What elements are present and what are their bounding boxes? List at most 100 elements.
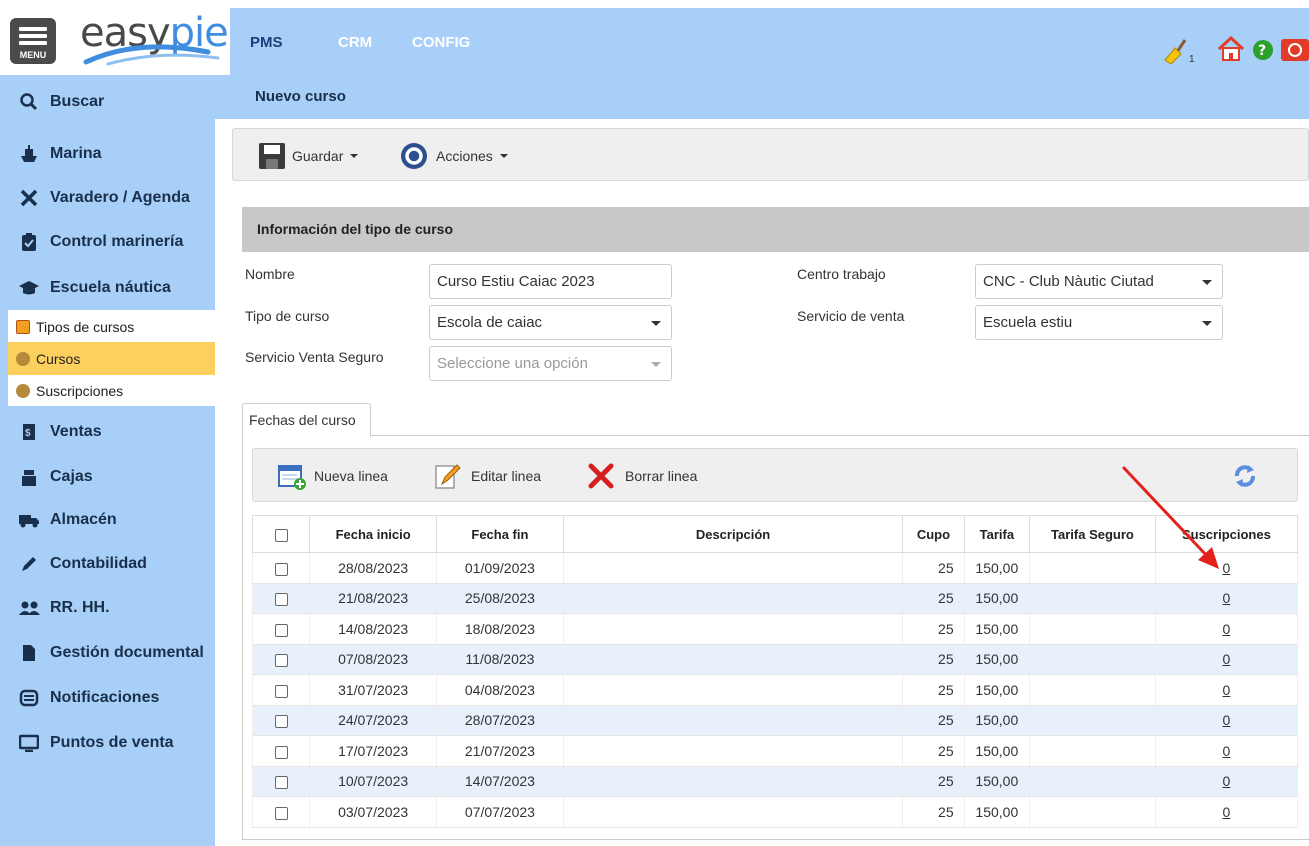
suscripciones-link[interactable]: 0 <box>1223 743 1231 759</box>
row-checkbox[interactable] <box>274 745 288 759</box>
tab-fechas-del-curso[interactable]: Fechas del curso <box>242 403 371 437</box>
sidebar-item-gestion-documental[interactable]: Gestión documental <box>0 631 215 675</box>
sidebar-subitem-tipos-de-cursos[interactable]: Tipos de cursos <box>8 310 215 343</box>
sidebar-item-almacen[interactable]: Almacén <box>0 498 215 542</box>
suscripciones-link[interactable]: 0 <box>1223 712 1231 728</box>
section-header: Información del tipo de curso <box>242 207 1309 252</box>
subscription-icon <box>16 383 30 398</box>
svg-text:?: ? <box>1258 43 1266 59</box>
sidebar-item-notificaciones[interactable]: Notificaciones <box>0 676 215 720</box>
tarifa-seguro-cell <box>1029 583 1156 614</box>
row-checkbox[interactable] <box>274 562 288 576</box>
section-title: Información del tipo de curso <box>257 221 454 237</box>
table-row[interactable]: 28/08/2023 01/09/2023 25 150,00 0 <box>251 552 1299 584</box>
sidebar-item-label: Cajas <box>50 468 93 485</box>
table-row[interactable]: 21/08/2023 25/08/2023 25 150,00 0 <box>251 583 1299 614</box>
sidebar-item-cajas[interactable]: Cajas <box>0 455 215 499</box>
header-tarifa-seguro[interactable]: Tarifa Seguro <box>1029 515 1156 553</box>
broom-icon[interactable]: 1 <box>1164 39 1195 65</box>
sidebar-item-contabilidad[interactable]: Contabilidad <box>0 542 215 586</box>
logo-swoosh-icon <box>83 44 220 66</box>
logout-icon[interactable] <box>1281 39 1309 61</box>
seguro-label: Servicio Venta Seguro <box>245 349 384 365</box>
row-checkbox[interactable] <box>274 593 288 607</box>
table-row[interactable]: 31/07/2023 04/08/2023 25 150,00 0 <box>251 674 1299 706</box>
refresh-icon <box>1235 465 1255 487</box>
sidebar-subitem-cursos[interactable]: Cursos <box>8 342 215 375</box>
sidebar-item-rrhh[interactable]: RR. HH. <box>0 586 215 630</box>
row-checkbox[interactable] <box>274 715 288 729</box>
sidebar-subitem-suscripciones[interactable]: Suscripciones <box>8 375 215 406</box>
edit-line-label: Editar linea <box>471 468 542 484</box>
sidebar-item-control-marineria[interactable]: Control marinería <box>0 220 215 264</box>
sidebar-item-label: Escuela náutica <box>50 279 171 296</box>
select-all-checkbox[interactable] <box>274 528 288 542</box>
sidebar-item-label: Buscar <box>50 93 105 110</box>
header-cupo[interactable]: Cupo <box>902 515 965 553</box>
table-row[interactable]: 10/07/2023 14/07/2023 25 150,00 0 <box>251 766 1299 797</box>
descripcion-cell <box>562 796 904 828</box>
module-pms[interactable]: PMS <box>250 34 283 51</box>
edit-line-button[interactable]: Editar linea <box>433 461 541 491</box>
module-config[interactable]: CONFIG <box>412 34 470 51</box>
suscripciones-link[interactable]: 0 <box>1223 682 1231 698</box>
header-fecha-fin[interactable]: Fecha fin <box>436 515 564 553</box>
sidebar-item-escuela-nautica[interactable]: Escuela náutica <box>0 266 215 310</box>
delete-line-button[interactable]: Borrar linea <box>587 461 697 491</box>
page-title: Nuevo curso <box>255 88 346 105</box>
nombre-input[interactable]: Curso Estiu Caiac 2023 <box>429 264 672 299</box>
fecha-fin-cell: 11/08/2023 <box>436 644 564 675</box>
suscripciones-link[interactable]: 0 <box>1223 804 1231 820</box>
cupo-cell: 25 <box>902 735 965 767</box>
fecha-fin-cell: 25/08/2023 <box>436 583 564 614</box>
servicio-select[interactable]: Escuela estiu <box>975 305 1223 340</box>
save-button[interactable]: Guardar <box>258 141 359 171</box>
table-row[interactable]: 24/07/2023 28/07/2023 25 150,00 0 <box>251 705 1299 736</box>
easypier-logo[interactable]: easypier <box>68 10 244 70</box>
help-icon[interactable]: ? <box>1253 40 1273 60</box>
module-crm[interactable]: CRM <box>338 34 372 51</box>
suscripciones-link[interactable]: 0 <box>1223 651 1231 667</box>
table-row[interactable]: 07/08/2023 11/08/2023 25 150,00 0 <box>251 644 1299 675</box>
floppy-disk-icon <box>259 143 285 169</box>
row-checkbox[interactable] <box>274 776 288 790</box>
home-icon[interactable] <box>1217 35 1245 61</box>
table-row[interactable]: 14/08/2023 18/08/2023 25 150,00 0 <box>251 613 1299 645</box>
course-type-icon <box>16 319 30 334</box>
fecha-inicio-cell: 03/07/2023 <box>309 796 438 828</box>
cupo-cell: 25 <box>902 552 965 584</box>
refresh-button[interactable] <box>1231 461 1259 491</box>
actions-button[interactable]: Acciones <box>400 141 508 171</box>
suscripciones-link[interactable]: 0 <box>1223 621 1231 637</box>
sidebar-item-varadero[interactable]: Varadero / Agenda <box>0 176 215 220</box>
tarifa-seguro-cell <box>1029 735 1156 767</box>
suscripciones-cell: 0 <box>1154 735 1299 767</box>
suscripciones-link[interactable]: 0 <box>1223 590 1231 606</box>
table-row[interactable]: 03/07/2023 07/07/2023 25 150,00 0 <box>251 796 1299 828</box>
header-descripcion[interactable]: Descripción <box>562 515 904 553</box>
file-icon <box>18 644 40 662</box>
suscripciones-cell: 0 <box>1154 552 1299 584</box>
suscripciones-cell: 0 <box>1154 583 1299 614</box>
sidebar-item-buscar[interactable]: Buscar <box>0 80 215 124</box>
fecha-inicio-cell: 07/08/2023 <box>309 644 438 675</box>
tipo-curso-select[interactable]: Escola de caiac <box>429 305 672 340</box>
row-checkbox[interactable] <box>274 654 288 668</box>
sidebar-item-ventas[interactable]: $ Ventas <box>0 410 215 454</box>
menu-button[interactable]: MENU <box>10 18 56 64</box>
header-tarifa[interactable]: Tarifa <box>963 515 1031 553</box>
suscripciones-link[interactable]: 0 <box>1223 560 1231 576</box>
new-line-button[interactable]: Nueva linea <box>277 461 388 491</box>
row-checkbox[interactable] <box>274 623 288 637</box>
centro-select[interactable]: CNC - Club Nàutic Ciutad <box>975 264 1223 299</box>
sidebar-item-puntos-de-venta[interactable]: Puntos de venta <box>0 721 215 765</box>
header-fecha-inicio[interactable]: Fecha inicio <box>309 515 438 553</box>
seguro-select[interactable]: Seleccione una opción <box>429 346 672 381</box>
row-checkbox[interactable] <box>274 806 288 820</box>
table-row[interactable]: 17/07/2023 21/07/2023 25 150,00 0 <box>251 735 1299 767</box>
sidebar-item-marina[interactable]: Marina <box>0 132 215 176</box>
suscripciones-link[interactable]: 0 <box>1223 773 1231 789</box>
edit-icon <box>435 464 461 489</box>
row-checkbox[interactable] <box>274 684 288 698</box>
header-suscripciones[interactable]: Suscripciones <box>1154 515 1299 553</box>
